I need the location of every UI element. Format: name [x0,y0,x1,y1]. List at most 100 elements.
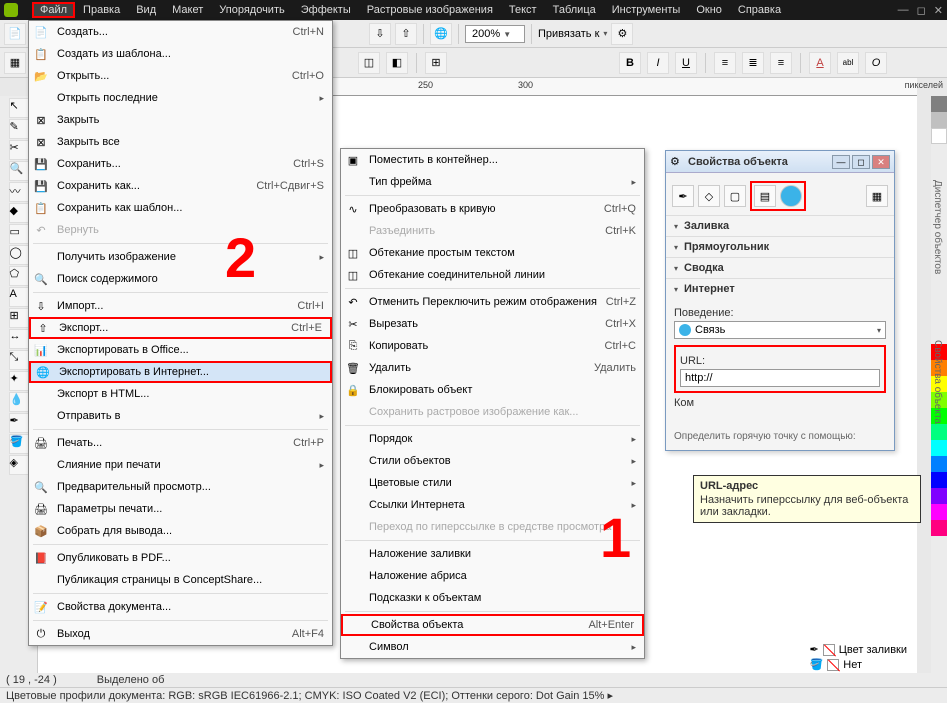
new-doc-icon[interactable]: 📄 [4,23,26,45]
options-icon[interactable]: ⚙ [611,23,633,45]
menu-arrange[interactable]: Упорядочить [211,2,292,18]
ctx-inet-links[interactable]: Ссылки Интернета▸ [341,494,644,516]
ctx-cut[interactable]: ✂ВырезатьCtrl+X [341,313,644,335]
export-icon[interactable]: ⇧ [395,23,417,45]
menu-bitmaps[interactable]: Растровые изображения [359,2,501,18]
menu-file[interactable]: Файл [32,2,75,18]
behavior-combo[interactable]: Связь▾ [674,321,886,339]
ctx-wrap-text[interactable]: ◫Обтекание простым текстом [341,242,644,264]
abl-icon[interactable]: abl [837,52,859,74]
minimize-icon[interactable]: — [898,4,909,17]
panel-minimize-icon[interactable]: — [832,155,850,169]
menu-item-send[interactable]: Отправить в▸ [29,405,332,427]
menu-view[interactable]: Вид [128,2,164,18]
text-tool-icon[interactable]: A [9,287,29,307]
ellipse-tool-icon[interactable]: ◯ [9,245,29,265]
connector-tool-icon[interactable]: ⤡ [9,350,29,370]
ctx-color-styles[interactable]: Цветовые стили▸ [341,472,644,494]
ctx-frame-type[interactable]: Тип фрейма▸ [341,171,644,193]
menu-item-recent[interactable]: Открыть последние▸ [29,87,332,109]
snap-dropdown[interactable]: ▾ [603,29,607,38]
menu-item-import[interactable]: ⇩Импорт...Ctrl+I [29,295,332,317]
swatch[interactable] [931,440,947,456]
section-fill[interactable]: ▾Заливка [666,215,894,236]
align-right-icon[interactable]: ≡ [770,52,792,74]
group-icon[interactable]: ⊞ [425,52,447,74]
distribute-icon[interactable]: ◧ [386,52,408,74]
rectangle-tool-icon[interactable]: ▭ [9,224,29,244]
maximize-icon[interactable]: ◻ [917,4,926,17]
menu-item-conceptshare[interactable]: Публикация страницы в ConceptShare... [29,569,332,591]
import-icon[interactable]: ⇩ [369,23,391,45]
menu-item-open[interactable]: 📂Открыть...Ctrl+O [29,65,332,87]
menu-item-exit[interactable]: ⏻ВыходAlt+F4 [29,623,332,645]
crop-tool-icon[interactable]: ✂ [9,140,29,160]
eyedropper-tool-icon[interactable]: 💧 [9,392,29,412]
ctx-overprint-fill[interactable]: Наложение заливки [341,543,644,565]
menu-item-create[interactable]: 📄Создать...Ctrl+N [29,21,332,43]
menu-item-save[interactable]: 💾Сохранить...Ctrl+S [29,153,332,175]
menu-item-save-template[interactable]: 📋Сохранить как шаблон... [29,197,332,219]
tab-more[interactable]: ▦ [866,185,888,207]
menu-text[interactable]: Текст [501,2,545,18]
menu-layout[interactable]: Макет [164,2,211,18]
swatch[interactable] [931,112,947,128]
publish-icon[interactable]: 🌐 [430,23,452,45]
tab-transparency[interactable]: ▢ [724,185,746,207]
docker-tab-object-props[interactable]: Свойства объекта [932,340,943,424]
ctx-symbol[interactable]: Символ▸ [341,636,644,658]
menu-table[interactable]: Таблица [545,2,604,18]
zoom-combo[interactable]: 200% ▼ [465,25,525,43]
shape-tool-icon[interactable]: ✎ [9,119,29,139]
menu-help[interactable]: Справка [730,2,789,18]
swatch[interactable] [931,424,947,440]
italic-button[interactable]: I [647,52,669,74]
no-outline-icon[interactable] [827,659,839,671]
smart-fill-icon[interactable]: ◆ [9,203,29,223]
swatch[interactable] [931,520,947,536]
menu-item-export-web[interactable]: 🌐Экспортировать в Интернет... [29,361,332,383]
panel-close-icon[interactable]: ✕ [872,155,890,169]
fill-tool-icon[interactable]: 🪣 [9,434,29,454]
swatch[interactable] [931,456,947,472]
menu-item-collect[interactable]: 📦Собрать для вывода... [29,520,332,542]
ctx-obj-styles[interactable]: Стили объектов▸ [341,450,644,472]
docker-tab-object-manager[interactable]: Диспетчер объектов [932,180,943,274]
menu-item-publish-pdf[interactable]: 📕Опубликовать в PDF... [29,547,332,569]
tab-outline[interactable]: ✒ [672,185,694,207]
ctx-copy[interactable]: ⎘КопироватьCtrl+C [341,335,644,357]
ctx-hints[interactable]: Подсказки к объектам [341,587,644,609]
menu-tools[interactable]: Инструменты [604,2,689,18]
section-internet[interactable]: ▾Интернет [666,278,894,299]
ctx-delete[interactable]: 🗑УдалитьУдалить [341,357,644,379]
menu-item-close[interactable]: ⊠Закрыть [29,109,332,131]
align-icon[interactable]: ◫ [358,52,380,74]
menu-edit[interactable]: Правка [75,2,128,18]
menu-item-print-merge[interactable]: Слияние при печати▸ [29,454,332,476]
menu-item-export[interactable]: ⇧Экспорт...Ctrl+E [29,317,332,339]
menu-item-search-content[interactable]: 🔍Поиск содержимого [29,268,332,290]
pick-tool-icon[interactable]: ↖ [9,98,29,118]
tab-fill[interactable]: ◇ [698,185,720,207]
tab-summary[interactable]: ▤ [754,185,776,207]
ctx-to-curve[interactable]: ∿Преобразовать в кривуюCtrl+Q [341,198,644,220]
no-fill-icon[interactable] [823,644,835,656]
text-icon[interactable]: A [809,52,831,74]
freehand-tool-icon[interactable]: 〰 [9,182,29,202]
ctx-place-container[interactable]: ▣Поместить в контейнер... [341,149,644,171]
menu-item-export-office[interactable]: 📊Экспортировать в Office... [29,339,332,361]
menu-item-save-as[interactable]: 💾Сохранить как...Ctrl+Сдвиг+S [29,175,332,197]
align-left-icon[interactable]: ≡ [714,52,736,74]
menu-window[interactable]: Окно [688,2,730,18]
outline-tool-icon[interactable]: ✒ [9,413,29,433]
dimension-tool-icon[interactable]: ↔ [9,329,29,349]
zoom-tool-icon[interactable]: 🔍 [9,161,29,181]
ctx-obj-props[interactable]: Свойства объектаAlt+Enter [341,614,644,636]
menu-item-print[interactable]: 🖨Печать...Ctrl+P [29,432,332,454]
url-input[interactable] [680,369,880,387]
ctx-overprint-outline[interactable]: Наложение абриса [341,565,644,587]
ctx-order[interactable]: Порядок▸ [341,428,644,450]
grid-icon[interactable]: ▦ [4,52,26,74]
table-tool-icon[interactable]: ⊞ [9,308,29,328]
ctx-wrap-line[interactable]: ◫Обтекание соединительной линии [341,264,644,286]
